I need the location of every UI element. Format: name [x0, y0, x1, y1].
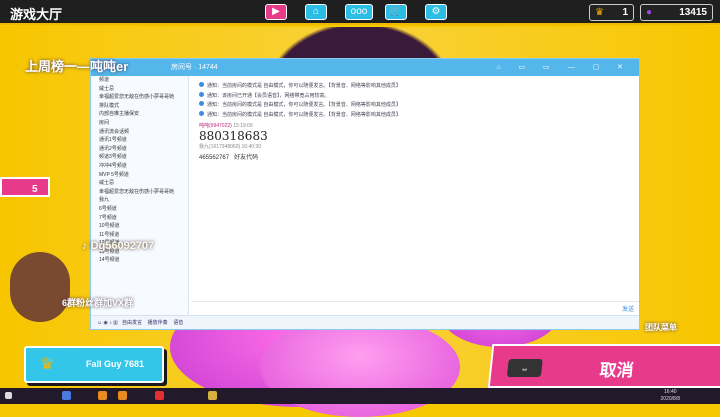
settings-button[interactable]: ⚙	[425, 4, 447, 20]
party-button[interactable]: ooo	[345, 4, 373, 20]
channel-item[interactable]: 威士忌	[91, 85, 188, 94]
free-speak-button[interactable]: 自由发言	[122, 320, 142, 326]
bottom-toolbar: ☺ ◉ ♪ ▥ 自由发言 播放伴奏 语音	[91, 315, 639, 329]
channel-item[interactable]: 我九	[91, 196, 188, 205]
top-bar: 游戏大厅 ▶ ⌂ ooo 🛒 ⚙ ♛ 1 ● 13415	[0, 0, 720, 25]
play-button[interactable]: ▶	[265, 4, 287, 20]
message-header: 吨吨(9947022) 15:19:09	[199, 123, 253, 129]
message-header: 我九(1617348060) 16:40:30	[199, 144, 261, 150]
channel-item[interactable]: 频道	[91, 76, 188, 85]
message-text: 465562767 好友代码	[199, 155, 259, 161]
crown-counter: ♛ 1	[589, 4, 634, 21]
app-icon[interactable]	[208, 391, 217, 400]
app-icon[interactable]	[62, 391, 71, 400]
start-icon[interactable]	[5, 392, 12, 399]
kudos-icon: ●	[646, 7, 653, 18]
fan-group-text: 6群粉丝群加VX群	[62, 298, 134, 308]
info-icon	[199, 101, 204, 106]
crown-icon: ♛	[595, 7, 604, 18]
channel-item[interactable]: 威士忌	[91, 179, 188, 188]
app-icon[interactable]	[118, 391, 127, 400]
space-key-icon: ⎵	[506, 359, 543, 377]
kudos-counter: ● 13415	[640, 4, 713, 21]
cancel-button[interactable]: ⎵ 取消	[487, 344, 720, 388]
message-text: 880318683	[199, 129, 268, 143]
info-icon	[199, 82, 204, 87]
play-music-button[interactable]: 播放伴奏	[148, 320, 168, 326]
system-notice: 通知：当前房间的模式是 自由模式，你可以随便发言。【背景音、网络等影响其他成员】	[199, 110, 631, 121]
voice-chat-window: 房间号 · 14744 ⌂ ▭ ▭ — ▢ ✕ 频道 威士忌 幸福超爱您无敌在伤感小…	[90, 58, 640, 330]
send-button[interactable]: 发送	[622, 304, 634, 313]
store-button[interactable]: 🛒	[385, 4, 407, 20]
message-area: 通知：当前房间的模式是 自由模式，你可以随便发言。【背景音、网络等影响其他成员】…	[191, 76, 639, 301]
channel-item[interactable]: MVP 5号频道	[91, 171, 188, 180]
taskbar: 16:40 2020/8/8	[0, 388, 720, 404]
channel-item[interactable]: 7号频道	[91, 214, 188, 223]
channel-item[interactable]: 通讯1号频道	[91, 136, 188, 145]
system-notice: 通知：当前房间的模式是 自由模式，你可以随便发言。【背景音、网络等影响其他成员】	[199, 82, 631, 92]
channel-item[interactable]: 11号频道	[91, 231, 188, 240]
app-icon[interactable]	[98, 391, 107, 400]
channel-item[interactable]: 幸福超爱您无敌在伤感小夢哥哥她	[91, 188, 188, 197]
chat-input[interactable]: 发送	[191, 301, 639, 315]
streamer-avatar	[10, 252, 70, 322]
team-menu[interactable]: 团队菜单	[645, 322, 677, 333]
chat-title-bar: 房间号 · 14744 ⌂ ▭ ▭ — ▢ ✕	[91, 59, 639, 76]
info-icon	[199, 91, 204, 97]
channel-item[interactable]: 10号频道	[91, 222, 188, 231]
channel-item[interactable]: 房间	[91, 119, 188, 128]
clock[interactable]: 16:40 2020/8/8	[661, 389, 680, 403]
window-controls[interactable]: ⌂ ▭ ▭ — ▢ ✕	[496, 59, 631, 76]
channel-item[interactable]: 频道3号频道	[91, 153, 188, 162]
app-icon[interactable]	[155, 391, 164, 400]
system-notice: 通知：该房间已开通【会员语音】，网络带宽占用较高。	[199, 91, 631, 102]
crown-icon: ♛	[40, 356, 55, 373]
channel-item[interactable]: 冲冲4号频道	[91, 162, 188, 171]
level-bar: 5	[0, 177, 50, 197]
channel-item[interactable]: 排队模式	[91, 102, 188, 111]
page-title: 游戏大厅	[10, 7, 63, 22]
voice-button[interactable]: 语音	[173, 320, 183, 326]
tiktok-id: ♪ Dg56092707	[82, 240, 155, 252]
channel-item[interactable]: 通讯流会话频	[91, 128, 188, 137]
streamer-name: 吨吨er	[90, 59, 129, 74]
weekly-top-label: 上周榜一—吨吨er	[25, 59, 129, 74]
channel-item[interactable]: 内部自推主播保安	[91, 110, 188, 119]
channel-item[interactable]: 6号频道	[91, 205, 188, 214]
channel-item[interactable]: 通讯2号频道	[91, 145, 188, 154]
toolbar-icons[interactable]: ☺ ◉ ♪ ▥	[97, 320, 121, 326]
player-card: ♛ Fall Guy 7681	[24, 346, 164, 383]
channel-item[interactable]: 幸福超爱您无敌在伤感小夢哥哥她	[91, 93, 188, 102]
channel-list: 频道 威士忌 幸福超爱您无敌在伤感小夢哥哥她 排队模式 内部自推主播保安 房间 通讯流会话频…	[91, 76, 189, 316]
system-notice: 通知：当前房间的模式是 自由模式，你可以随便发言。【背景音、网络等影响其他成员】	[199, 101, 631, 111]
channel-item[interactable]: 14号频道	[91, 256, 188, 265]
costume-button[interactable]: ⌂	[305, 4, 327, 20]
info-icon	[199, 110, 204, 116]
